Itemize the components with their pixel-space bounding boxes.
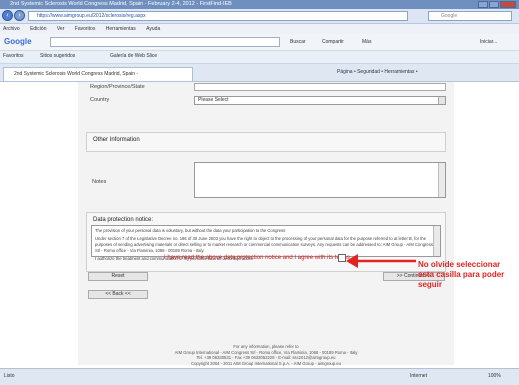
annotation-note: No olvide seleccionar esta casilla para … (418, 260, 505, 289)
window-title: 2nd Systemic Sclerosis World Congress Ma… (10, 1, 232, 7)
footer-line: Copyright 2004 - 2011 AIM Group Internat… (191, 360, 341, 366)
page-content: Region/Province/State Country Please Sel… (0, 82, 519, 367)
favorites-button[interactable]: Favoritos (3, 53, 24, 59)
page-footer: For any information, please refer to AIM… (78, 344, 454, 366)
sign-in-button[interactable]: Iniciar... (480, 39, 497, 45)
menu-item-favorites[interactable]: Favoritos (75, 26, 96, 32)
close-button[interactable] (500, 1, 516, 8)
more-button[interactable]: Más (362, 39, 371, 45)
search-input[interactable]: Google (428, 11, 512, 21)
minimize-button[interactable] (478, 1, 488, 8)
favorite-item-webslice[interactable]: Galería de Web Slice (110, 53, 157, 59)
menu-bar: Archivo Edición Ver Favoritos Herramient… (0, 24, 519, 34)
google-search-input[interactable] (50, 37, 280, 47)
favorite-item-suggested[interactable]: Sitios sugeridos (40, 53, 75, 59)
window-titlebar: 2nd Systemic Sclerosis World Congress Ma… (0, 0, 519, 9)
menu-item-edit[interactable]: Edición (30, 26, 46, 32)
section-title: Other Information (93, 137, 140, 143)
status-text: Listo (4, 373, 15, 379)
back-icon[interactable]: ‹ (2, 10, 13, 21)
google-logo: Google (4, 37, 32, 46)
country-select[interactable]: Please Select (194, 96, 446, 105)
country-value: Please Select (198, 97, 229, 103)
country-label: Country (90, 97, 110, 103)
menu-item-tools[interactable]: Herramientas (106, 26, 136, 32)
section-title: Data protection notice: (93, 217, 154, 223)
tab-bar: 2nd Systemic Sclerosis World Congress Ma… (0, 64, 519, 82)
google-toolbar: Google Buscar Compartir Más Iniciar... (0, 34, 519, 51)
share-button[interactable]: Compartir (322, 39, 344, 45)
navigation-bar: ‹ › https://www.aimgroup.eu/2012/scleros… (0, 9, 519, 24)
notes-label: Notes (92, 179, 107, 185)
back-button[interactable]: << Back << (88, 290, 148, 299)
google-search-button[interactable]: Buscar (290, 39, 306, 45)
chevron-down-icon (438, 97, 445, 104)
reset-button[interactable]: Reset (88, 272, 148, 281)
registration-form: Region/Province/State Country Please Sel… (78, 82, 454, 366)
scrollbar[interactable] (433, 226, 440, 256)
maximize-button[interactable] (489, 1, 499, 8)
notes-textarea[interactable] (194, 162, 446, 198)
dp-paragraph: The provision of your personal data is v… (95, 228, 286, 233)
favorites-bar: Favoritos Sitios sugeridos Galería de We… (0, 51, 519, 64)
zoom-level[interactable]: 100% (488, 373, 501, 379)
agree-checkbox[interactable] (338, 254, 346, 262)
menu-item-view[interactable]: Ver (57, 26, 65, 32)
status-bar: Listo Internet 100% (0, 368, 519, 385)
tab-congress[interactable]: 2nd Systemic Sclerosis World Congress Ma… (3, 67, 193, 81)
menu-item-help[interactable]: Ayuda (146, 26, 160, 32)
region-input[interactable] (194, 83, 446, 91)
arrow-icon (346, 254, 416, 268)
scrollbar[interactable] (438, 163, 445, 197)
address-bar[interactable]: https://www.aimgroup.eu/2012/sclerosis/r… (28, 11, 408, 21)
command-bar[interactable]: Página • Seguridad • Herramientas • (337, 69, 418, 75)
forward-icon[interactable]: › (14, 10, 25, 21)
zone-text: Internet (410, 373, 427, 379)
region-label: Region/Province/State (90, 84, 145, 90)
other-information-section: Other Information (86, 132, 446, 152)
menu-item-file[interactable]: Archivo (3, 26, 20, 32)
agree-text: I have read the above data protection no… (164, 255, 350, 261)
